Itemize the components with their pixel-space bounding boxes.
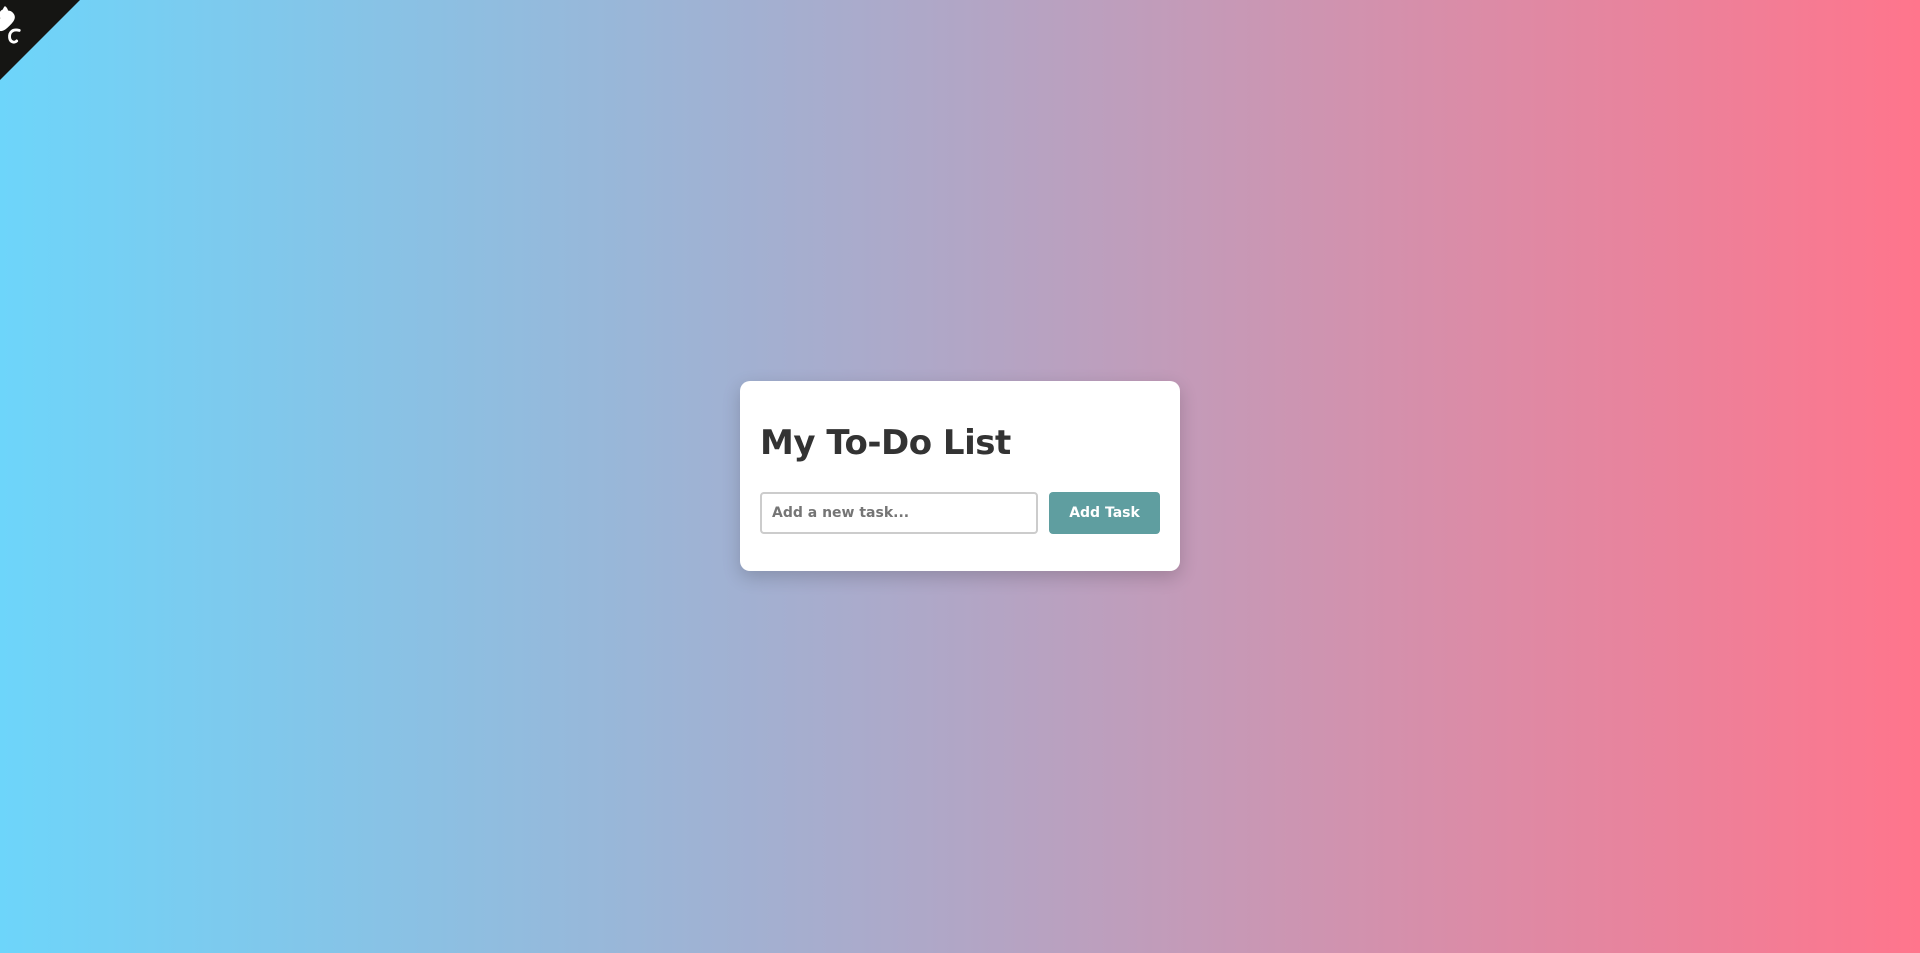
todo-card: My To-Do List Add Task — [740, 381, 1180, 571]
task-entry-row: Add Task — [760, 492, 1160, 534]
add-task-button[interactable]: Add Task — [1049, 492, 1160, 534]
github-corner-link[interactable] — [0, 0, 80, 80]
page-title: My To-Do List — [760, 423, 1011, 463]
new-task-input[interactable] — [760, 492, 1038, 534]
github-octocat-icon — [0, 0, 80, 80]
